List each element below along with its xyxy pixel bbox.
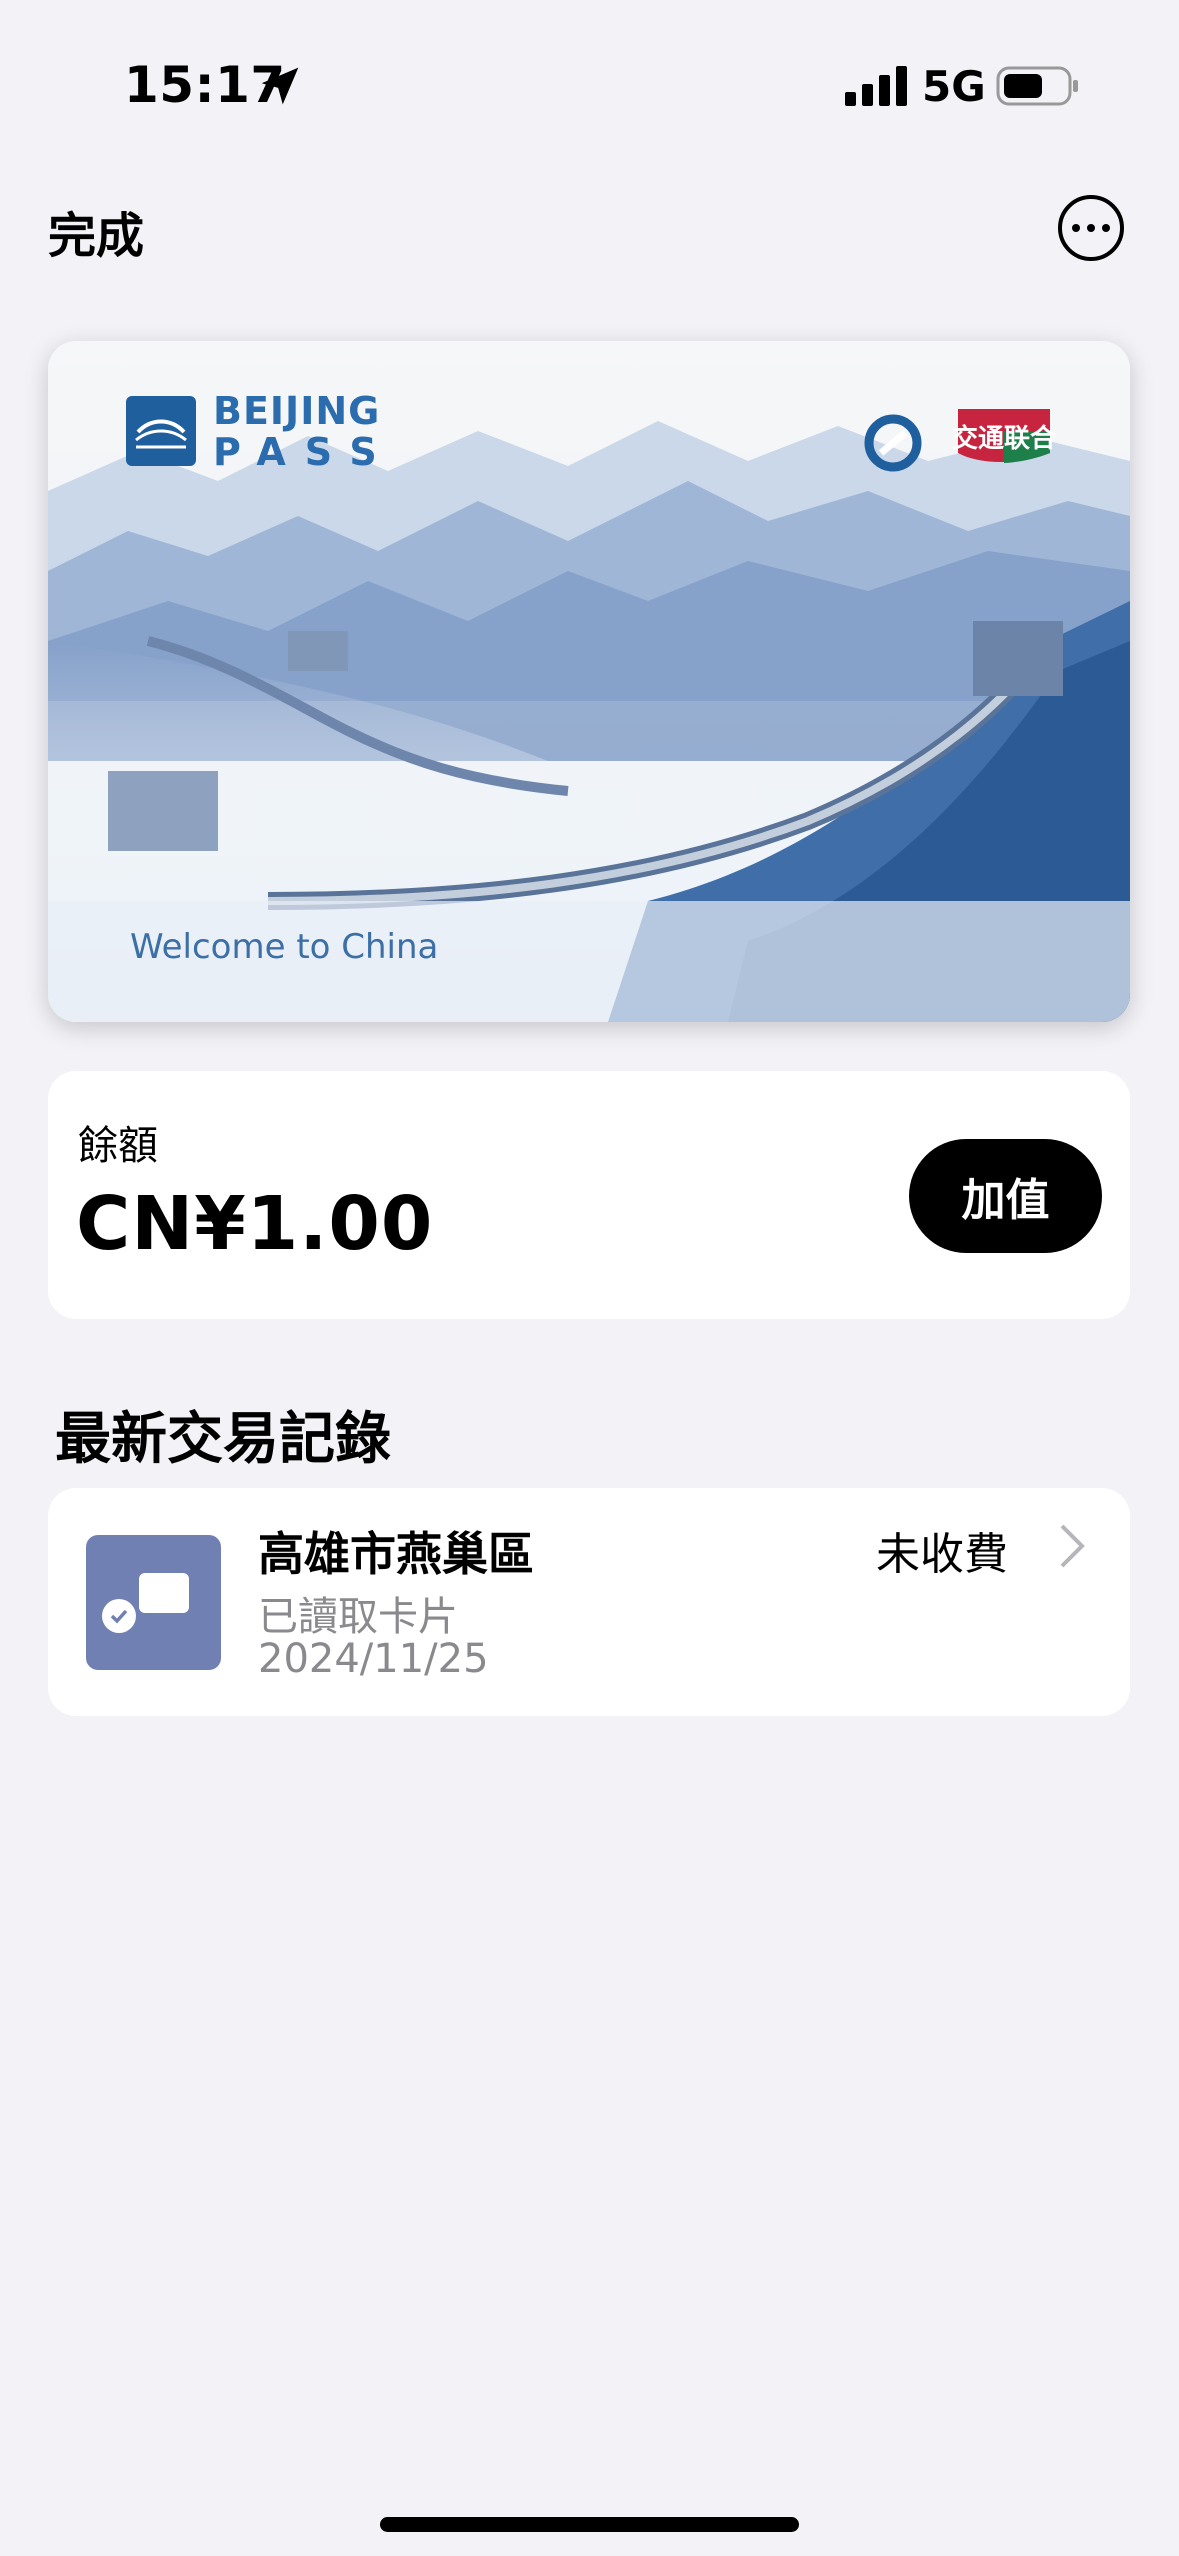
card-brand-line1: BEIJING [213, 389, 381, 433]
china-t-union-text: 交通联合 [951, 423, 1056, 454]
transaction-description: 已讀取卡片 [258, 1594, 458, 1640]
transit-network-logo-icon [864, 414, 922, 472]
checkmark-icon [102, 1599, 136, 1633]
transit-card[interactable]: BEIJING PASS 交通联合 Welcome to China [48, 341, 1130, 1022]
more-icon-dot [1102, 224, 1110, 232]
card-brand-line2: PASS [213, 430, 396, 474]
balance-panel: 餘額 CN¥1.00 加值 [48, 1071, 1130, 1319]
top-up-button[interactable]: 加值 [909, 1139, 1102, 1253]
transaction-row[interactable]: 高雄市燕巢區 已讀取卡片 2024/11/25 未收費 [48, 1488, 1130, 1716]
transaction-location: 高雄市燕巢區 [258, 1527, 534, 1581]
card-read-icon [86, 1535, 221, 1670]
transactions-section-title: 最新交易記錄 [55, 1407, 391, 1472]
china-t-union-logo: 交通联合 [950, 401, 1058, 471]
chevron-right-icon [1060, 1524, 1085, 1568]
battery-icon [996, 66, 1078, 106]
home-indicator[interactable] [380, 2517, 799, 2532]
card-shape-icon [139, 1573, 189, 1613]
balance-value: CN¥1.00 [76, 1181, 434, 1267]
location-arrow-icon [261, 67, 299, 105]
balance-label: 餘額 [78, 1123, 158, 1169]
network-type: 5G [922, 62, 986, 111]
more-icon-dot [1087, 224, 1095, 232]
card-welcome-text: Welcome to China [130, 927, 439, 967]
done-button[interactable]: 完成 [48, 196, 144, 266]
beijing-pass-logo [126, 396, 196, 466]
transaction-date: 2024/11/25 [258, 1636, 489, 1682]
transaction-status: 未收費 [876, 1529, 1008, 1580]
cellular-signal-icon [845, 66, 907, 106]
more-options-button[interactable] [1058, 195, 1124, 261]
more-icon-dot [1072, 224, 1080, 232]
